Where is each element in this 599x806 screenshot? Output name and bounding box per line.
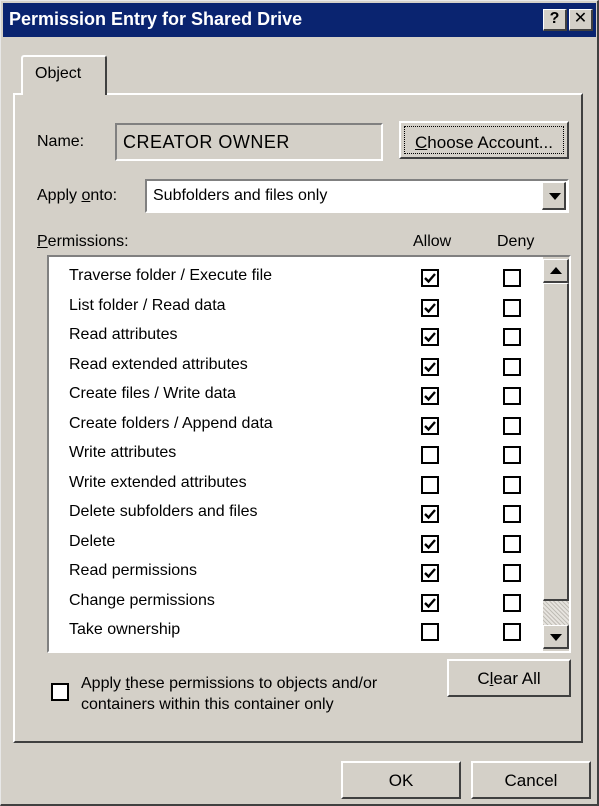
permission-name: Delete subfolders and files [69, 503, 258, 520]
cancel-button[interactable]: Cancel [471, 761, 591, 799]
title-bar: Permission Entry for Shared Drive ? ✕ [3, 3, 596, 37]
chevron-down-icon[interactable] [542, 182, 566, 210]
allow-checkbox[interactable] [421, 564, 439, 582]
scroll-thumb[interactable] [543, 283, 569, 601]
permission-name: Change permissions [69, 591, 215, 609]
permission-row: Read attributes [49, 320, 539, 350]
permission-name: Delete [69, 532, 116, 550]
permissions-scrollbar[interactable] [543, 257, 569, 651]
permission-name: List folder / Read data [69, 296, 226, 314]
permission-name: Write extended attributes [69, 473, 247, 491]
permission-row: Delete subfolders and files [49, 497, 539, 527]
allow-checkbox[interactable] [421, 475, 439, 494]
deny-checkbox[interactable] [503, 298, 521, 317]
allow-checkbox[interactable] [421, 623, 439, 641]
permission-name: Traverse folder / Execute file [69, 267, 273, 284]
deny-checkbox[interactable] [503, 446, 521, 464]
permission-name: Read permissions [69, 562, 198, 579]
deny-checkbox[interactable] [503, 564, 521, 582]
deny-checkbox[interactable] [503, 475, 521, 494]
allow-column-header: Allow [413, 233, 452, 250]
deny-checkbox[interactable] [503, 269, 521, 287]
allow-checkbox[interactable] [421, 269, 439, 287]
allow-checkbox[interactable] [421, 298, 439, 317]
deny-checkbox[interactable] [503, 623, 521, 641]
permission-row: Create files / Write data [49, 379, 539, 409]
apply-onto-label: Apply onto: [37, 187, 118, 204]
allow-checkbox[interactable] [421, 446, 439, 464]
deny-checkbox[interactable] [503, 387, 521, 405]
allow-checkbox[interactable] [421, 416, 439, 435]
permission-name: Write attributes [69, 444, 177, 461]
ok-button[interactable]: OK [341, 761, 461, 799]
allow-checkbox[interactable] [421, 593, 439, 612]
choose-account-button[interactable]: Choose Account... [399, 121, 569, 159]
window-title: Permission Entry for Shared Drive [9, 9, 303, 29]
clear-all-button[interactable]: Clear All [447, 659, 571, 697]
permission-row: Write extended attributes [49, 468, 539, 498]
permission-row: List folder / Read data [49, 291, 539, 321]
deny-checkbox[interactable] [503, 416, 521, 435]
deny-checkbox[interactable] [503, 593, 521, 612]
permission-row: Take ownership [49, 615, 539, 645]
allow-checkbox[interactable] [421, 328, 439, 346]
permissions-list: Traverse folder / Execute file List folde… [47, 255, 571, 653]
allow-checkbox[interactable] [421, 534, 439, 553]
permission-name: Take ownership [69, 621, 181, 638]
tab-object[interactable]: Object [21, 55, 107, 95]
permission-row: Write attributes [49, 438, 539, 468]
permission-row: Read extended attributes [49, 350, 539, 380]
permission-row: Create folders / Append data [49, 409, 539, 439]
permission-row: Change permissions [49, 586, 539, 616]
tab-object-label: Object [35, 65, 82, 82]
deny-checkbox[interactable] [503, 357, 521, 376]
name-field: CREATOR OWNER [115, 123, 383, 161]
deny-checkbox[interactable] [503, 534, 521, 553]
allow-checkbox[interactable] [421, 357, 439, 376]
permission-name: Read extended attributes [69, 355, 248, 373]
name-label: Name: [37, 133, 85, 150]
help-button[interactable]: ? [543, 9, 567, 31]
permission-row: Read permissions [49, 556, 539, 586]
deny-checkbox[interactable] [503, 328, 521, 346]
deny-checkbox[interactable] [503, 505, 521, 523]
apply-within-label: Apply these permissions to objects and/o… [81, 675, 378, 713]
permissions-label: Permissions: [37, 233, 129, 250]
deny-column-header: Deny [497, 233, 535, 250]
close-button[interactable]: ✕ [569, 9, 593, 31]
scroll-track[interactable] [543, 601, 569, 625]
allow-checkbox[interactable] [421, 387, 439, 405]
allow-checkbox[interactable] [421, 505, 439, 523]
apply-onto-select[interactable]: Subfolders and files only [145, 179, 569, 213]
permission-row: Delete [49, 527, 539, 557]
apply-within-checkbox[interactable] [51, 683, 69, 701]
apply-onto-value: Subfolders and files only [153, 187, 328, 204]
permission-name: Read attributes [69, 326, 178, 343]
permission-name: Create files / Write data [69, 385, 236, 402]
permission-entry-dialog: Permission Entry for Shared Drive ? ✕ Ob… [0, 0, 599, 806]
scroll-up-icon[interactable] [543, 259, 569, 283]
scroll-down-icon[interactable] [543, 625, 569, 649]
permission-name: Create folders / Append data [69, 414, 273, 432]
permission-row: Traverse folder / Execute file [49, 261, 539, 291]
